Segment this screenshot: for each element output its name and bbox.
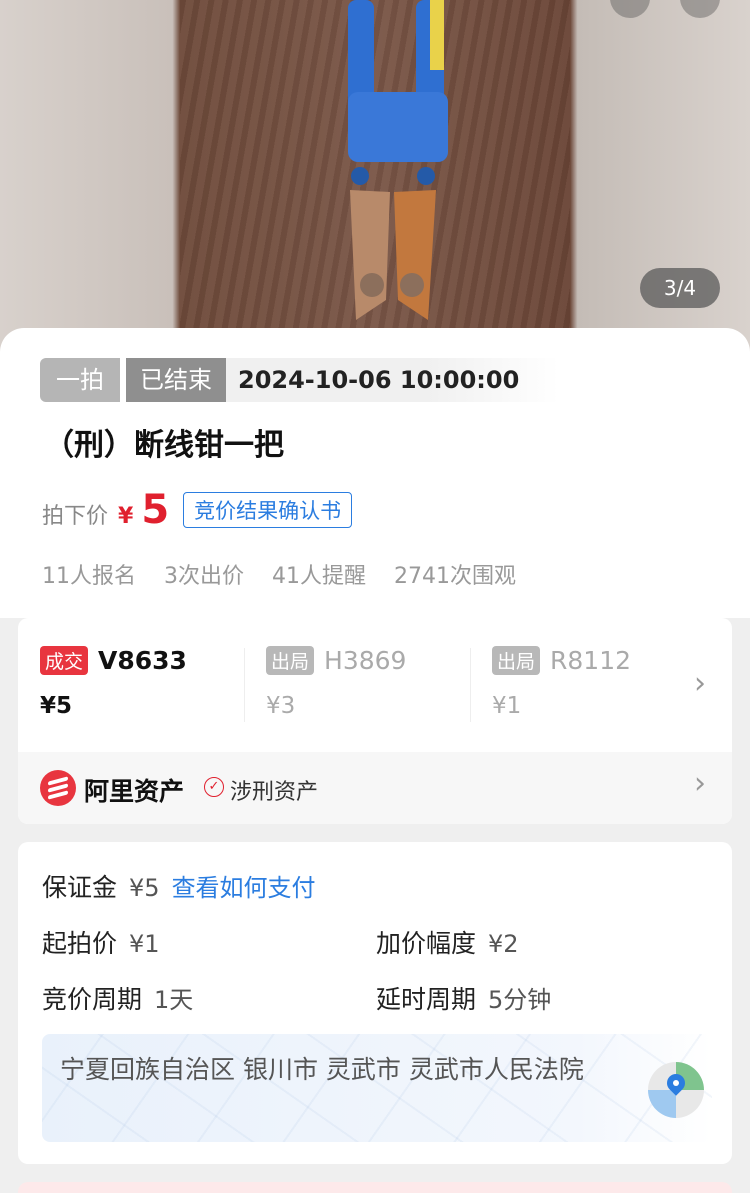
divider <box>470 648 471 722</box>
check-circle-icon: ✓ <box>204 777 224 797</box>
result-confirmation-button[interactable]: 竞价结果确认书 <box>183 492 353 528</box>
photo-counter: 3/4 <box>640 268 720 308</box>
bolt-cutter-image <box>348 0 448 320</box>
address-map-card[interactable]: 宁夏回族自治区 银川市 灵武市 灵武市人民法院 <box>42 1034 712 1142</box>
photo-image <box>180 0 570 360</box>
bid-status-tag: 出局 <box>492 646 541 675</box>
start-price-row: 起拍价 ¥1 <box>42 924 160 960</box>
bid-record-winner[interactable]: 成交 V8633 ¥5 <box>40 646 187 719</box>
bid-period-label: 竞价周期 <box>42 985 143 1014</box>
how-to-pay-link[interactable]: 查看如何支付 <box>172 868 316 903</box>
bidder-name: R8112 <box>550 646 632 675</box>
deposit-value: ¥5 <box>129 874 160 902</box>
deposit-label: 保证金 <box>42 873 118 902</box>
ali-asset-logo <box>40 770 76 806</box>
bid-status-tag: 成交 <box>40 646 89 675</box>
bid-period-value: 1天 <box>154 986 194 1014</box>
status-tag: 已结束 <box>126 358 226 402</box>
chevron-right-icon[interactable]: › <box>694 666 706 701</box>
bidder-name: V8633 <box>98 646 187 675</box>
price-label: 拍下价 <box>42 504 109 529</box>
increment-value: ¥2 <box>488 930 519 958</box>
bid-price: ¥1 <box>492 693 522 719</box>
end-time: 2024-10-06 10:00:00 <box>226 358 560 402</box>
deposit-row: 保证金 ¥5 查看如何支付 <box>42 868 316 904</box>
map-pin-icon[interactable] <box>648 1062 704 1118</box>
more-button[interactable] <box>680 0 720 18</box>
bid-record[interactable]: 出局 H3869 ¥3 <box>266 646 406 719</box>
delay-period-value: 5分钟 <box>488 986 552 1014</box>
bidder-name: H3869 <box>324 646 407 675</box>
platform-row[interactable]: 阿里资产 ✓ 涉刑资产 › <box>18 752 732 824</box>
delay-period-row: 延时周期 5分钟 <box>376 980 551 1016</box>
divider <box>244 648 245 722</box>
start-price-value: ¥1 <box>129 930 160 958</box>
address-text: 宁夏回族自治区 银川市 灵武市 灵武市人民法院 <box>60 1055 584 1084</box>
bid-price: ¥5 <box>40 693 73 719</box>
share-button[interactable] <box>610 0 650 18</box>
next-card-edge <box>18 1182 732 1193</box>
bid-records-card: 成交 V8633 ¥5 出局 H3869 ¥3 出局 R8112 ¥1 › 阿里资产 … <box>18 618 732 824</box>
auction-title: （刑）断线钳一把 <box>44 428 284 463</box>
auction-stats: 11人报名 3次出价 41人提醒 2741次围观 <box>42 558 516 590</box>
increment-label: 加价幅度 <box>376 929 477 958</box>
start-price-label: 起拍价 <box>42 929 118 958</box>
auction-tag-row: 一拍 已结束 2024-10-06 10:00:00 <box>40 358 560 402</box>
platform-tag: 涉刑资产 <box>230 780 319 805</box>
auction-info-card: 保证金 ¥5 查看如何支付 起拍价 ¥1 加价幅度 ¥2 竞价周期 1天 延时周… <box>18 842 732 1164</box>
bid-period-row: 竞价周期 1天 <box>42 980 193 1016</box>
stat-registrations: 11人报名 <box>42 564 136 589</box>
final-price: 5 <box>141 487 170 533</box>
bid-price: ¥3 <box>266 693 296 719</box>
platform-name: 阿里资产 <box>84 777 185 806</box>
round-tag: 一拍 <box>40 358 120 402</box>
stat-reminders: 41人提醒 <box>272 564 366 589</box>
bid-record[interactable]: 出局 R8112 ¥1 <box>492 646 631 719</box>
stat-views: 2741次围观 <box>394 564 516 589</box>
currency-symbol: ¥ <box>118 504 134 529</box>
delay-period-label: 延时周期 <box>376 985 477 1014</box>
bid-status-tag: 出局 <box>266 646 315 675</box>
product-photo[interactable]: 3/4 <box>0 0 750 360</box>
chevron-right-icon: › <box>694 766 706 801</box>
increment-row: 加价幅度 ¥2 <box>376 924 519 960</box>
stat-bids: 3次出价 <box>164 564 244 589</box>
price-row: 拍下价 ¥ 5 竞价结果确认书 <box>42 487 353 533</box>
